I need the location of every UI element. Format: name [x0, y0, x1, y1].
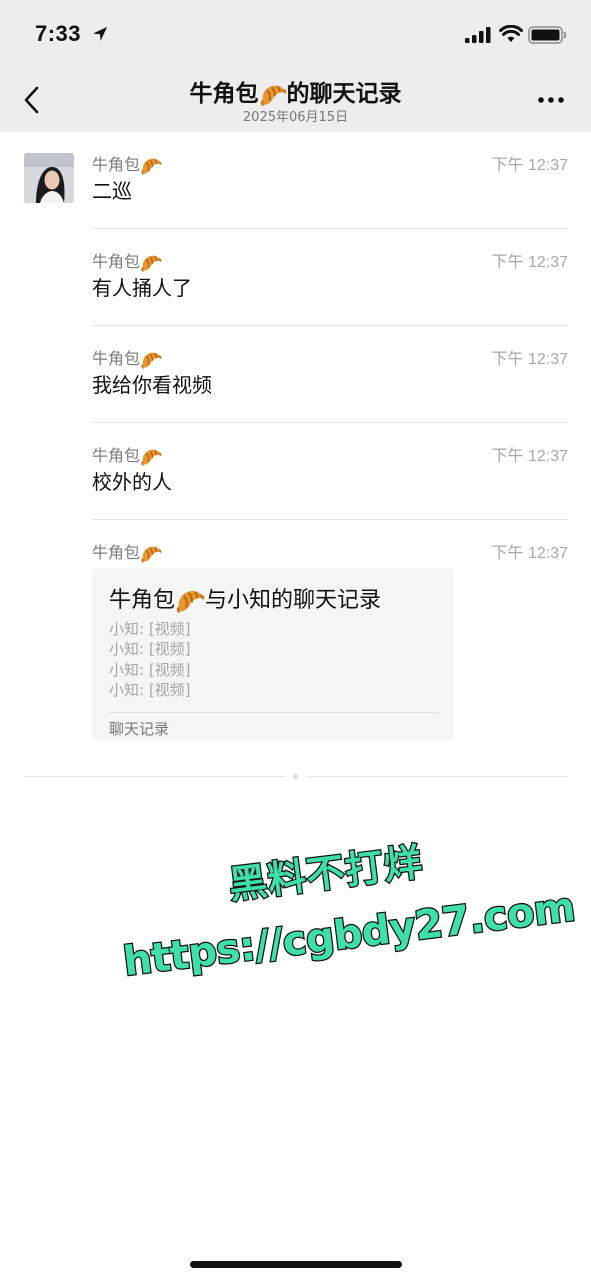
croissant-emoji-icon — [259, 81, 287, 109]
croissant-emoji-icon — [140, 252, 162, 274]
end-divider-right — [306, 776, 568, 777]
croissant-emoji-icon — [175, 586, 205, 616]
card-line: 小知: [视频] — [109, 681, 191, 699]
watermark-line2: https://cgbdy27.com — [121, 884, 578, 985]
list-item: 牛角包 下午 12:37 — [92, 539, 568, 563]
message-text: 二巡 — [92, 179, 132, 203]
card-divider — [109, 712, 438, 713]
message-time: 下午 12:37 — [491, 351, 569, 368]
message-sender: 牛角包 — [92, 151, 162, 177]
card-line: 小知: [视频] — [109, 620, 191, 638]
location-arrow-icon — [93, 27, 107, 41]
croissant-emoji-icon — [140, 349, 162, 371]
message-sender: 牛角包 — [92, 248, 162, 274]
status-bar: 7:33 — [0, 0, 591, 70]
message-sender: 牛角包 — [92, 345, 162, 371]
message-sender: 牛角包 — [92, 539, 162, 565]
page-subtitle-date: 2025年06月15日 — [242, 110, 349, 125]
navigation-bar: 牛角包 的聊天记录 2025年06月15日 — [0, 70, 591, 132]
wifi-icon — [499, 25, 523, 42]
message-divider — [92, 422, 568, 423]
card-footer: 聊天记录 — [109, 720, 170, 738]
message-divider — [92, 519, 568, 520]
croissant-emoji-icon — [140, 446, 162, 468]
end-divider-left — [24, 776, 285, 777]
title-suffix: 的聊天记录 — [286, 81, 402, 107]
watermark-line1: 黑料不打烊 — [226, 840, 425, 907]
message-text: 我给你看视频 — [92, 373, 212, 397]
list-item[interactable]: 牛角包 下午 12:37 我给你看视频 — [92, 345, 568, 405]
message-divider — [92, 325, 568, 326]
page-title: 牛角包 的聊天记录 — [0, 74, 591, 109]
home-indicator[interactable] — [190, 1261, 402, 1268]
end-divider-dot — [293, 774, 298, 779]
message-text: 有人捅人了 — [92, 276, 192, 300]
chat-record-card[interactable]: 牛角包 与小知的聊天记录 小知: [视频] 小知: [视频] 小知: [视频] 小… — [92, 568, 454, 741]
title-contact-name: 牛角包 — [189, 81, 259, 107]
message-time: 下午 12:37 — [491, 545, 569, 562]
avatar[interactable] — [24, 153, 74, 203]
signal-icon — [465, 27, 491, 43]
card-line: 小知: [视频] — [109, 661, 191, 679]
status-time: 7:33 — [35, 21, 82, 46]
message-divider — [92, 228, 568, 229]
card-line: 小知: [视频] — [109, 640, 191, 658]
battery-icon — [528, 26, 567, 44]
message-sender: 牛角包 — [92, 442, 162, 468]
more-icon[interactable] — [537, 96, 565, 104]
croissant-emoji-icon — [140, 543, 162, 565]
message-time: 下午 12:37 — [491, 254, 569, 271]
list-item[interactable]: 牛角包 下午 12:37 有人捅人了 — [92, 248, 568, 308]
message-time: 下午 12:37 — [491, 157, 569, 174]
list-item[interactable]: 牛角包 下午 12:37 校外的人 — [92, 442, 568, 502]
message-time: 下午 12:37 — [491, 448, 569, 465]
croissant-emoji-icon — [140, 155, 162, 177]
card-title: 牛角包 与小知的聊天记录 — [109, 582, 381, 616]
list-item[interactable]: 牛角包 下午 12:37 二巡 — [92, 151, 568, 211]
message-text: 校外的人 — [92, 470, 172, 494]
